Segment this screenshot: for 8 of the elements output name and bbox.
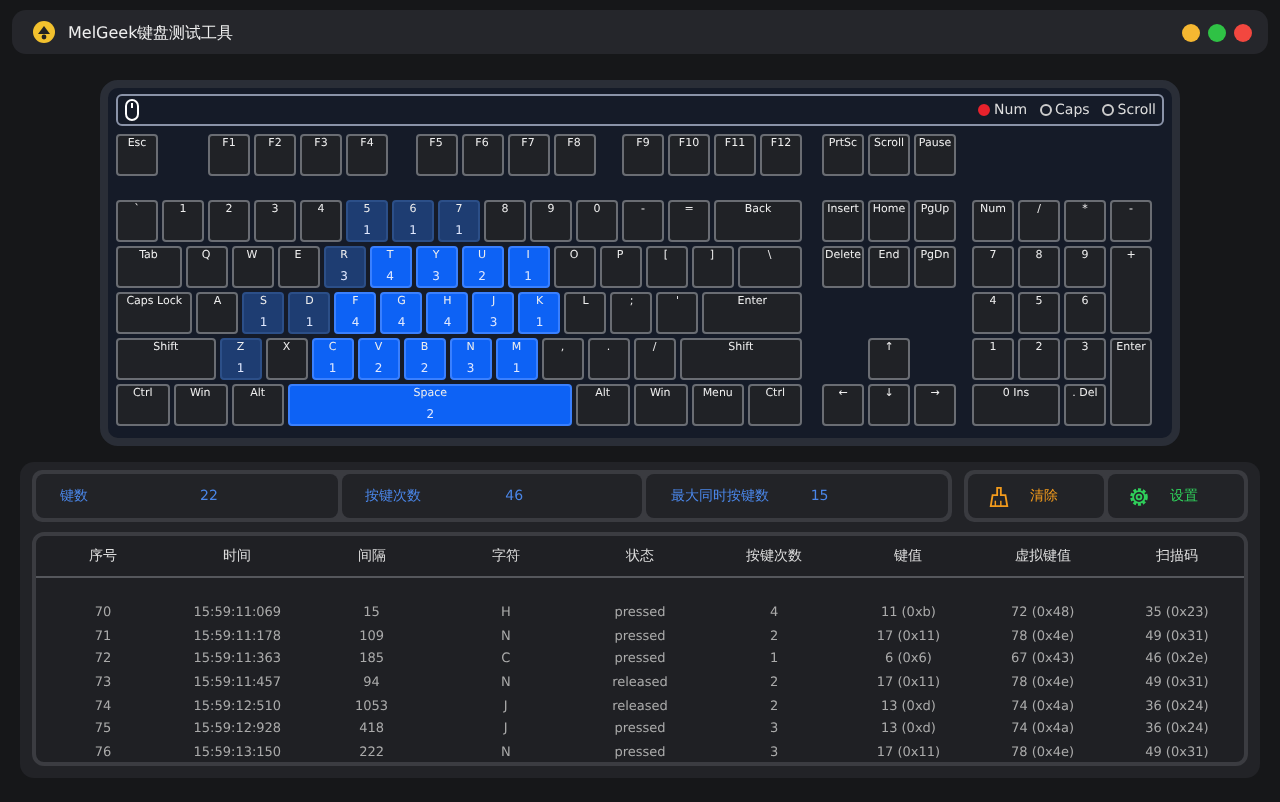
maximize-button[interactable] (1208, 23, 1226, 41)
settings-icon (1128, 485, 1150, 507)
broom-icon (988, 485, 1010, 507)
minimize-button[interactable] (1182, 23, 1200, 41)
mouse-icon (124, 98, 140, 122)
window-title: MelGeek键盘测试工具 (68, 21, 234, 43)
close-button[interactable] (1234, 23, 1252, 41)
logo-icon (32, 20, 56, 44)
